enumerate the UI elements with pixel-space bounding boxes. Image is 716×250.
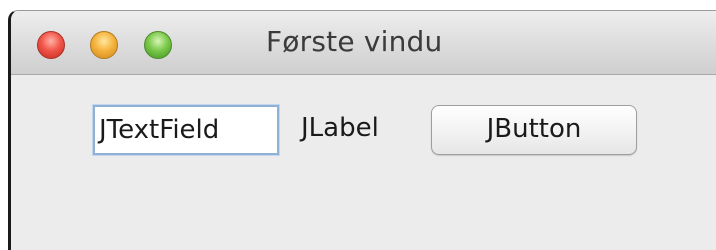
jbutton-button[interactable]: JButton: [431, 105, 637, 155]
window-title: Første vindu: [266, 25, 443, 58]
zoom-window-button[interactable]: [144, 31, 172, 59]
close-window-button[interactable]: [37, 31, 65, 59]
content-pane: JTextField JLabel JButton: [11, 75, 716, 250]
minimize-window-button[interactable]: [90, 31, 118, 59]
title-bar[interactable]: Første vindu: [11, 11, 716, 75]
label: JLabel: [301, 113, 379, 143]
text-field[interactable]: JTextField: [93, 105, 279, 155]
app-window: Første vindu JTextField JLabel JButton: [8, 10, 716, 250]
